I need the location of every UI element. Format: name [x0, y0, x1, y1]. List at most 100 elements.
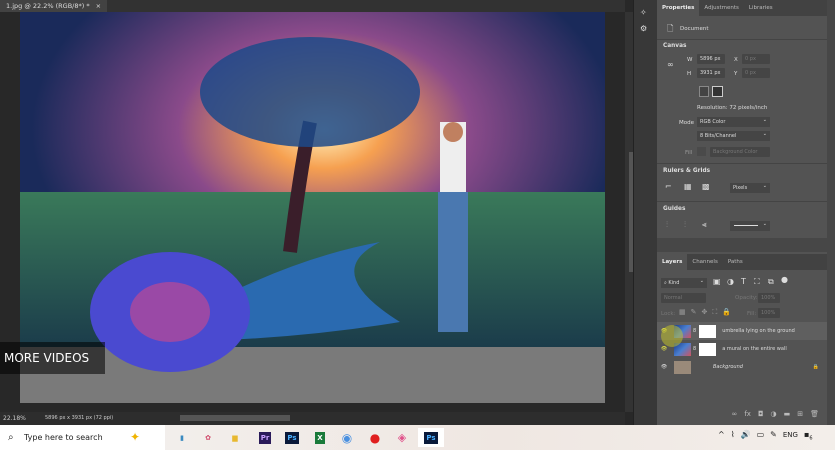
tab-paths[interactable]: Paths: [723, 254, 748, 270]
zoom-level[interactable]: 22.18%: [3, 412, 26, 425]
pixel-grid-icon[interactable]: ▩: [702, 182, 710, 191]
guide-icon[interactable]: ⫶: [666, 220, 668, 230]
filter-adjustment-icon[interactable]: ◑: [727, 277, 734, 286]
layer-mask-thumbnail[interactable]: [699, 324, 717, 338]
adjustments-brush-icon[interactable]: ✧: [640, 8, 647, 17]
ruler-icon[interactable]: ⌐: [665, 182, 672, 191]
height-field[interactable]: 3931 px: [697, 68, 725, 78]
layer-name[interactable]: Background: [713, 364, 743, 370]
filter-toggle-icon[interactable]: ●: [781, 275, 788, 284]
taskbar-app-premiere[interactable]: Pr: [258, 431, 272, 444]
smart-guides-icon[interactable]: ⫷: [702, 220, 707, 230]
canvas-header[interactable]: Canvas: [663, 43, 686, 49]
volume-icon[interactable]: 🔊: [741, 430, 751, 442]
blend-mode-dropdown[interactable]: Normal: [661, 293, 706, 303]
layer-row[interactable]: 👁 Background 🔒: [657, 358, 827, 376]
fill-field[interactable]: 100%: [758, 308, 780, 318]
fx-icon[interactable]: fx: [744, 410, 751, 425]
height-label: H: [687, 71, 692, 77]
opacity-label: Opacity:: [735, 295, 758, 301]
bits-dropdown[interactable]: 8 Bits/Channel: [697, 129, 770, 141]
document-tab-title: 1.jpg @ 22.2% (RGB/8*) *: [6, 2, 90, 10]
portrait-orientation-icon[interactable]: [699, 86, 709, 97]
lock-label: Lock:: [661, 311, 676, 317]
group-icon[interactable]: ▬: [784, 410, 791, 425]
fill-dropdown[interactable]: Background Color: [710, 147, 770, 157]
taskbar-app-files[interactable]: ▮: [172, 428, 192, 447]
guides-header[interactable]: Guides: [663, 206, 685, 212]
lock-options-icon[interactable]: ▦✎✥⛶🔒: [679, 308, 736, 317]
layer-filter-kind[interactable]: ⌕ Kind: [661, 276, 707, 288]
fill-swatch[interactable]: [697, 147, 706, 156]
mode-dropdown[interactable]: RGB Color: [697, 115, 770, 127]
cursor-highlight: [661, 325, 683, 347]
taskbar-app-recorder[interactable]: ●: [365, 428, 385, 447]
eye-icon[interactable]: 👁: [657, 364, 671, 370]
language-indicator[interactable]: ENG: [783, 430, 798, 442]
opacity-field[interactable]: 100%: [758, 293, 780, 303]
document-info[interactable]: 5896 px x 3931 px (72 ppi): [45, 412, 113, 425]
x-label: X: [734, 57, 738, 63]
layer-row[interactable]: 👁 8 a mural on the entire wall: [657, 340, 827, 358]
layer-mask-thumbnail[interactable]: [699, 342, 717, 356]
tab-channels[interactable]: Channels: [687, 254, 722, 270]
taskbar-search[interactable]: ⌕ Type here to search ✦: [0, 425, 165, 450]
vertical-scrollbar[interactable]: [625, 12, 635, 412]
taskbar-app-chrome[interactable]: ◉: [337, 428, 357, 447]
tab-libraries[interactable]: Libraries: [744, 0, 778, 16]
layer-name[interactable]: a mural on the entire wall: [722, 346, 787, 352]
search-placeholder: Type here to search: [24, 433, 103, 442]
document-tab[interactable]: 1.jpg @ 22.2% (RGB/8*) * ×: [0, 0, 108, 12]
y-label: Y: [734, 71, 738, 77]
add-mask-icon[interactable]: ◘: [758, 410, 764, 425]
horizontal-scrollbar[interactable]: [180, 415, 290, 421]
network-icon[interactable]: ⌇: [731, 430, 735, 442]
filter-smart-object-icon[interactable]: ⧉: [768, 277, 774, 287]
properties-icon[interactable]: ⚙: [640, 24, 647, 33]
layer-thumbnail: [674, 360, 691, 374]
eye-icon[interactable]: 👁: [657, 346, 671, 352]
grid-icon[interactable]: ▦: [684, 182, 692, 191]
taskbar-app-excel[interactable]: X: [315, 431, 325, 444]
new-layer-icon[interactable]: ⊞: [797, 410, 803, 425]
close-icon[interactable]: ×: [96, 0, 101, 12]
rulers-grids-header[interactable]: Rulers & Grids: [663, 168, 710, 174]
taskbar-app-paint[interactable]: ✿: [198, 428, 218, 447]
taskbar-app-photoshop[interactable]: Ps: [285, 431, 299, 444]
document-tab-bar: 1.jpg @ 22.2% (RGB/8*) * ×: [0, 0, 625, 12]
taskbar-app-explorer[interactable]: ▆: [225, 428, 245, 447]
link-layers-icon[interactable]: ∞: [732, 410, 738, 425]
x-field[interactable]: 0 px: [742, 54, 770, 64]
copilot-sparkle-icon[interactable]: ✦: [130, 425, 140, 450]
y-field[interactable]: 0 px: [742, 68, 770, 78]
units-dropdown[interactable]: Pixels: [730, 181, 770, 193]
adjustment-layer-icon[interactable]: ◑: [771, 410, 777, 425]
more-videos-overlay[interactable]: MORE VIDEOS: [0, 342, 105, 374]
tab-adjustments[interactable]: Adjustments: [699, 0, 743, 16]
guide-style-dropdown[interactable]: [730, 219, 770, 231]
notification-count: 6: [809, 435, 813, 442]
lock-guides-icon[interactable]: ⫶: [684, 220, 686, 230]
taskbar-app-photos[interactable]: ◈: [392, 428, 412, 447]
search-icon: ⌕: [8, 432, 14, 443]
panel-scrollbar[interactable]: [827, 0, 835, 425]
layer-name[interactable]: umbrella lying on the ground: [722, 328, 795, 334]
link-icon[interactable]: ∞: [667, 60, 674, 69]
taskbar-app-photoshop-active[interactable]: Ps: [424, 431, 438, 444]
battery-icon[interactable]: ▭: [757, 430, 765, 442]
link-icon: 8: [693, 328, 697, 334]
chevron-up-icon[interactable]: ^: [718, 430, 725, 442]
tab-layers[interactable]: Layers: [657, 254, 688, 270]
pen-icon[interactable]: ✎: [770, 430, 777, 442]
document-image[interactable]: [20, 12, 605, 403]
filter-type-icon[interactable]: T: [741, 277, 746, 286]
width-field[interactable]: 5896 px: [697, 54, 725, 64]
tab-properties[interactable]: Properties: [657, 0, 700, 16]
landscape-orientation-icon[interactable]: [712, 86, 723, 97]
filter-pixel-icon[interactable]: ▣: [713, 277, 721, 286]
delete-icon[interactable]: 🗑: [810, 410, 819, 425]
lock-icon: 🔒: [812, 364, 819, 370]
kind-label: Kind: [668, 280, 680, 286]
filter-shape-icon[interactable]: ⛶: [754, 277, 760, 287]
notifications-icon[interactable]: ▪6: [804, 430, 813, 442]
